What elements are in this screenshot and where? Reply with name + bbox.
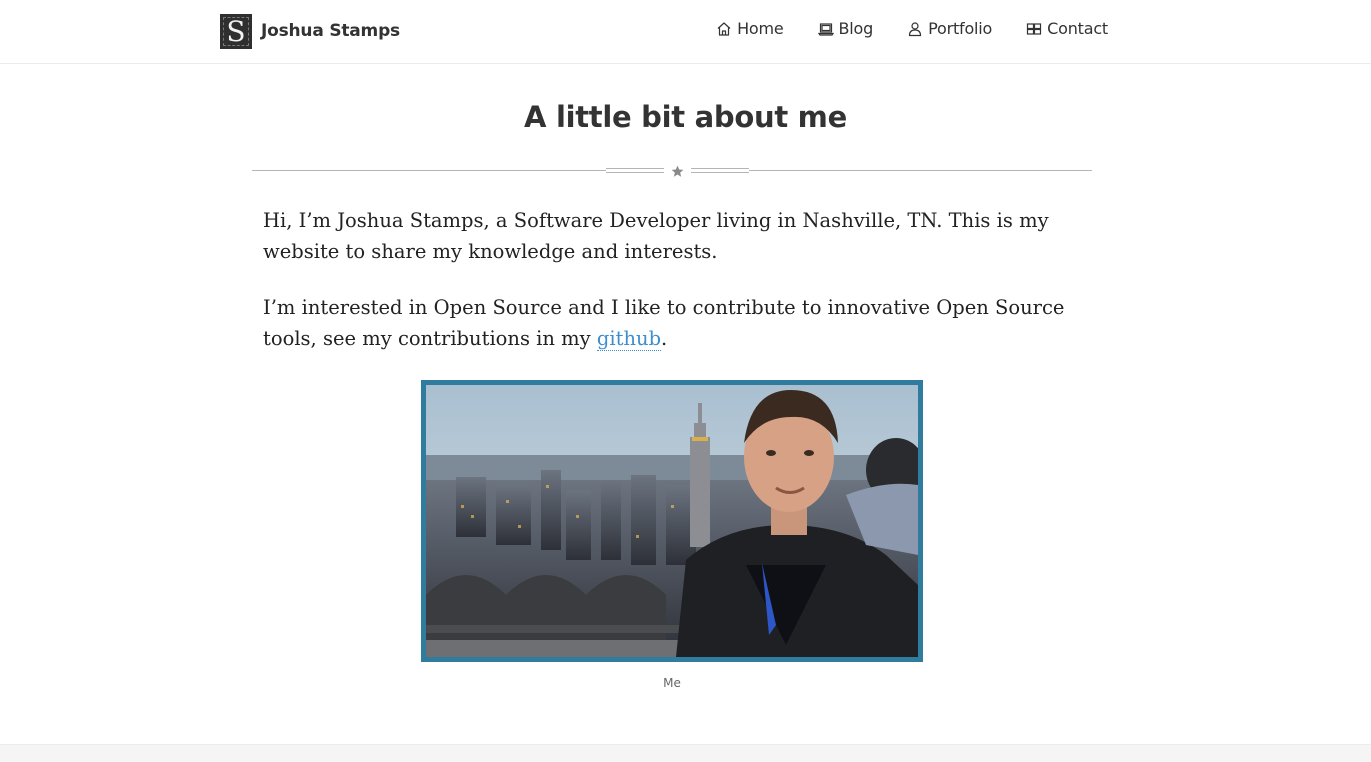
main-nav: Home Blog Portfolio Contact	[716, 19, 1108, 38]
site-brand-link[interactable]: S Joshua Stamps	[220, 13, 400, 49]
home-icon	[716, 21, 732, 37]
divider-double-line-right	[691, 168, 749, 173]
photo-caption: Me	[663, 676, 681, 690]
site-name: Joshua Stamps	[261, 21, 400, 41]
about-text: Hi, I’m Joshua Stamps, a Software Develo…	[263, 205, 1083, 379]
period-text: .	[661, 327, 668, 350]
logo-letter: S	[226, 15, 246, 48]
site-header: S Joshua Stamps Home Blog Portfolio Cont…	[0, 0, 1371, 64]
star-icon	[664, 162, 691, 180]
laptop-icon	[817, 21, 834, 37]
nav-label-blog: Blog	[838, 19, 874, 38]
nav-item-home[interactable]: Home	[716, 19, 784, 38]
nav-label-contact: Contact	[1047, 19, 1108, 38]
nav-item-portfolio[interactable]: Portfolio	[907, 19, 992, 38]
github-link[interactable]: github	[596, 327, 662, 351]
profile-photo	[421, 380, 923, 662]
nav-item-contact[interactable]: Contact	[1026, 19, 1108, 38]
site-logo: S	[220, 13, 252, 49]
intro-paragraph: Hi, I’m Joshua Stamps, a Software Develo…	[263, 209, 1049, 263]
nav-label-home: Home	[737, 19, 784, 38]
divider-double-line-left	[606, 168, 664, 173]
page-title: A little bit about me	[524, 100, 847, 134]
profile-photo-illustration	[426, 385, 918, 657]
grid-icon	[1026, 21, 1042, 37]
footer	[0, 744, 1371, 762]
nav-label-portfolio: Portfolio	[928, 19, 993, 38]
open-source-paragraph: I’m interested in Open Source and I like…	[263, 292, 1083, 354]
nav-item-blog[interactable]: Blog	[817, 19, 874, 38]
user-icon	[907, 21, 923, 37]
title-divider	[252, 162, 1092, 182]
